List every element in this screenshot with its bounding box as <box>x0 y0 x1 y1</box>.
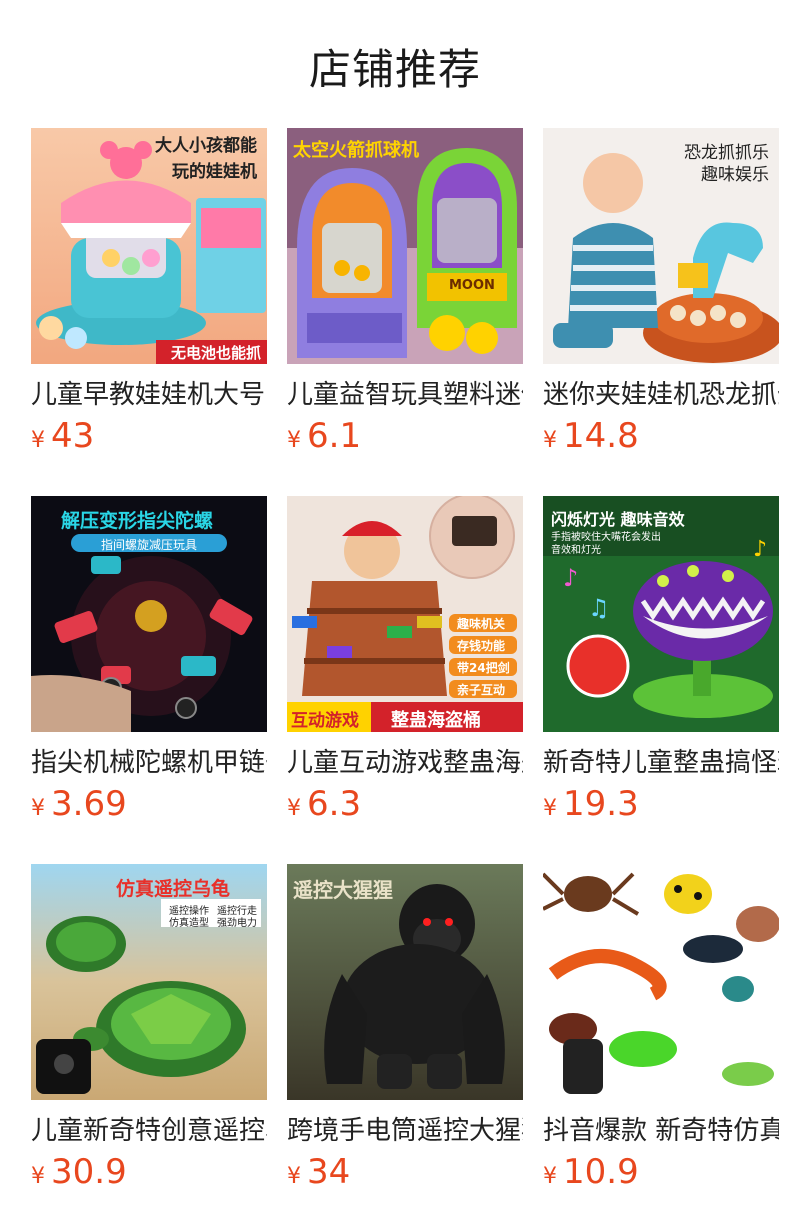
shop-recommend-page: 店铺推荐 大人小孩都能 玩的娃娃机 无电池也能抓 儿童早教娃娃机大号 ¥ 43 … <box>0 0 790 1232</box>
price-value: 6.1 <box>307 416 362 456</box>
product-name[interactable]: 儿童互动游戏整蛊海盗桶 <box>287 746 523 780</box>
product-name[interactable]: 儿童益智玩具塑料迷你扭蛋 <box>287 378 523 412</box>
product-price: ¥6.3 <box>287 784 523 824</box>
image-caption: 整蛊海盗桶 <box>391 710 481 731</box>
image-caption: 音效和灯光 <box>551 545 601 556</box>
svg-text:♪: ♪ <box>563 564 578 592</box>
product-price: ¥19.3 <box>543 784 779 824</box>
image-caption: 亲子互动 <box>457 683 506 697</box>
image-caption: 大人小孩都能 <box>155 136 257 156</box>
product-price: ¥3.69 <box>31 784 267 824</box>
product-name[interactable]: 迷你夹娃娃机恐龙抓蛋 <box>543 378 779 412</box>
product-price: ¥30.9 <box>31 1152 267 1192</box>
svg-text:♫: ♫ <box>588 594 610 622</box>
currency-symbol: ¥ <box>543 1164 557 1189</box>
image-caption: 玩的娃娃机 <box>172 162 257 182</box>
product-image-fidget-spinner[interactable]: 解压变形指尖陀螺 指间螺旋减压玩具 <box>31 496 267 732</box>
image-caption: 指间螺旋减压玩具 <box>101 538 198 552</box>
currency-symbol: ¥ <box>543 796 557 821</box>
currency-symbol: ¥ <box>31 428 45 453</box>
image-caption: 遥控大猩猩 <box>293 878 393 902</box>
product-image-pirate-barrel[interactable]: 趣味机关 存钱功能 带24把剑 亲子互动 互动游戏 整蛊海盗桶 <box>287 496 523 732</box>
currency-symbol: ¥ <box>287 428 301 453</box>
currency-symbol: ¥ <box>31 796 45 821</box>
product-image-piranha-plant[interactable]: ♪ ♫ ♪ 闪烁灯光 趣味音效 手指被咬住大嘴花会发出 音效和灯光 <box>543 496 779 732</box>
product-price: ¥14.8 <box>543 416 779 456</box>
product-card[interactable]: 抖音爆款 新奇特仿真昆虫 ¥10.9 <box>543 864 779 1192</box>
image-caption: 互动游戏 <box>291 711 359 731</box>
product-image-rc-gorilla[interactable]: 遥控大猩猩 <box>287 864 523 1100</box>
product-card[interactable]: 大人小孩都能 玩的娃娃机 无电池也能抓 儿童早教娃娃机大号电动 ¥43 <box>31 128 267 456</box>
product-name[interactable]: 新奇特儿童整蛊搞怪玩具 <box>543 746 779 780</box>
image-caption: 强劲电力 <box>217 918 257 929</box>
product-price: ¥34 <box>287 1152 523 1192</box>
image-caption: 解压变形指尖陀螺 <box>61 510 214 532</box>
product-image-rc-turtle[interactable]: 仿真遥控乌龟 遥控操作 遥控行走 仿真造型 强劲电力 <box>31 864 267 1100</box>
image-caption: 太空火箭抓球机 <box>293 140 419 161</box>
price-value: 43 <box>51 416 95 456</box>
product-price: ¥10.9 <box>543 1152 779 1192</box>
product-card[interactable]: ♪ ♫ ♪ 闪烁灯光 趣味音效 手指被咬住大嘴花会发出 音效和灯光 新奇特儿童整… <box>543 496 779 824</box>
price-value: 14.8 <box>563 416 639 456</box>
svg-text:♪: ♪ <box>753 537 767 562</box>
product-name[interactable]: 儿童新奇特创意遥控乌龟 <box>31 1114 267 1148</box>
product-card[interactable]: 解压变形指尖陀螺 指间螺旋减压玩具 指尖机械陀螺机甲链条 ¥3.69 <box>31 496 267 824</box>
product-name[interactable]: 儿童早教娃娃机大号电动 <box>31 378 267 412</box>
image-caption: 趣味娱乐 <box>701 165 769 185</box>
price-value: 30.9 <box>51 1152 127 1192</box>
product-image-rocket-claw-machine[interactable]: 太空火箭抓球机 MOON <box>287 128 523 364</box>
image-caption: 无电池也能抓 <box>170 344 261 362</box>
currency-symbol: ¥ <box>287 1164 301 1189</box>
image-caption: 闪烁灯光 趣味音效 <box>551 510 685 529</box>
currency-symbol: ¥ <box>31 1164 45 1189</box>
image-caption: 仿真造型 <box>169 918 209 929</box>
product-price: ¥43 <box>31 416 267 456</box>
price-value: 3.69 <box>51 784 127 824</box>
currency-symbol: ¥ <box>543 428 557 453</box>
page-title: 店铺推荐 <box>308 45 481 94</box>
product-image-claw-machine[interactable]: 大人小孩都能 玩的娃娃机 无电池也能抓 <box>31 128 267 364</box>
image-caption: 趣味机关 <box>457 617 506 631</box>
product-name[interactable]: 指尖机械陀螺机甲链条 <box>31 746 267 780</box>
price-value: 34 <box>307 1152 351 1192</box>
product-card[interactable]: 太空火箭抓球机 MOON 儿童益智玩具塑料迷你扭蛋 ¥6.1 <box>287 128 523 456</box>
product-card[interactable]: 恐龙抓抓乐 趣味娱乐 迷你夹娃娃机恐龙抓蛋 ¥14.8 <box>543 128 779 456</box>
price-value: 6.3 <box>307 784 362 824</box>
product-name[interactable]: 跨境手电筒遥控大猩猩 <box>287 1114 523 1148</box>
product-card[interactable]: 遥控大猩猩 跨境手电筒遥控大猩猩 ¥34 <box>287 864 523 1192</box>
product-image-dinosaur-claw-toy[interactable]: 恐龙抓抓乐 趣味娱乐 <box>543 128 779 364</box>
product-card[interactable]: 趣味机关 存钱功能 带24把剑 亲子互动 互动游戏 整蛊海盗桶 儿童互动游戏整蛊… <box>287 496 523 824</box>
image-caption: MOON <box>449 278 495 293</box>
product-image-rc-insects[interactable] <box>543 864 779 1100</box>
image-caption: 带24把剑 <box>457 661 510 675</box>
currency-symbol: ¥ <box>287 796 301 821</box>
image-caption: 仿真遥控乌龟 <box>116 878 231 900</box>
price-value: 10.9 <box>563 1152 639 1192</box>
product-card[interactable]: 仿真遥控乌龟 遥控操作 遥控行走 仿真造型 强劲电力 儿童新奇特创意遥控乌龟 ¥… <box>31 864 267 1192</box>
price-value: 19.3 <box>563 784 639 824</box>
product-price: ¥6.1 <box>287 416 523 456</box>
image-caption: 存钱功能 <box>457 639 506 653</box>
product-name[interactable]: 抖音爆款 新奇特仿真昆虫 <box>543 1114 779 1148</box>
